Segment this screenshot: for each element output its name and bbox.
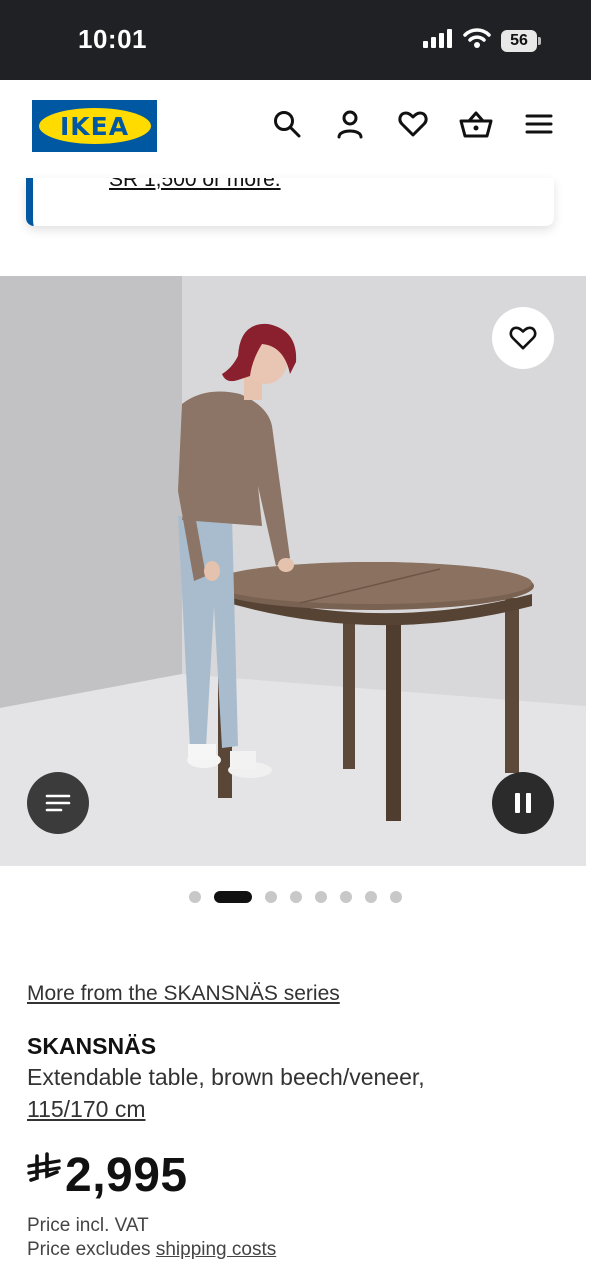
product-media[interactable] xyxy=(0,276,586,866)
heart-outline-icon xyxy=(509,326,537,350)
status-bar: 10:01 56 xyxy=(0,0,591,80)
vat-note: Price incl. VAT xyxy=(27,1215,149,1236)
carousel-dot[interactable] xyxy=(265,891,277,903)
account-icon[interactable] xyxy=(332,106,368,142)
battery-icon: 56 xyxy=(501,29,541,52)
search-icon[interactable] xyxy=(269,106,305,142)
currency-symbol xyxy=(27,1152,61,1195)
logo-text: IKEA xyxy=(59,111,130,141)
carousel-dot[interactable] xyxy=(390,891,402,903)
status-icons: 56 xyxy=(423,27,541,54)
save-favorite-button[interactable] xyxy=(492,307,554,369)
price-value: 2,995 xyxy=(65,1149,188,1202)
battery-level: 56 xyxy=(501,29,537,52)
notice-link[interactable]: SR 1,500 or more. xyxy=(109,178,281,192)
product-description: Extendable table, brown beech/veneer, xyxy=(27,1064,425,1090)
product-price: 2,995 xyxy=(27,1148,188,1203)
carousel-dot-active[interactable] xyxy=(214,891,252,903)
list-icon xyxy=(45,794,71,812)
pause-icon xyxy=(515,793,531,813)
product-photo xyxy=(0,276,586,866)
menu-icon[interactable] xyxy=(521,106,557,142)
shipping-notice-card: SR 1,500 or more. xyxy=(26,178,554,226)
header-actions xyxy=(269,106,557,142)
ikea-logo[interactable]: IKEA xyxy=(32,100,157,152)
video-pause-button[interactable] xyxy=(492,772,554,834)
heart-icon[interactable] xyxy=(395,106,431,142)
shipping-costs-link[interactable]: shipping costs xyxy=(156,1239,276,1260)
product-name: SKANSNÄS xyxy=(27,1033,157,1059)
product-size-link[interactable]: 115/170 cm xyxy=(27,1096,145,1123)
site-header: IKEA xyxy=(0,80,591,180)
media-list-button[interactable] xyxy=(27,772,89,834)
status-time: 10:01 xyxy=(78,24,147,54)
carousel-dot[interactable] xyxy=(365,891,377,903)
carousel-dot[interactable] xyxy=(290,891,302,903)
signal-icon xyxy=(423,28,453,53)
riyal-currency-icon xyxy=(27,1152,61,1182)
carousel-dot[interactable] xyxy=(189,891,201,903)
carousel-dot[interactable] xyxy=(340,891,352,903)
basket-icon[interactable] xyxy=(458,106,494,142)
carousel-indicator xyxy=(0,891,591,903)
wifi-icon xyxy=(463,27,491,54)
series-link[interactable]: More from the SKANSNÄS series xyxy=(27,982,340,1006)
carousel-dot[interactable] xyxy=(315,891,327,903)
shipping-note: Price excludes shipping costs xyxy=(27,1239,276,1261)
shipping-prefix: Price excludes xyxy=(27,1239,151,1260)
